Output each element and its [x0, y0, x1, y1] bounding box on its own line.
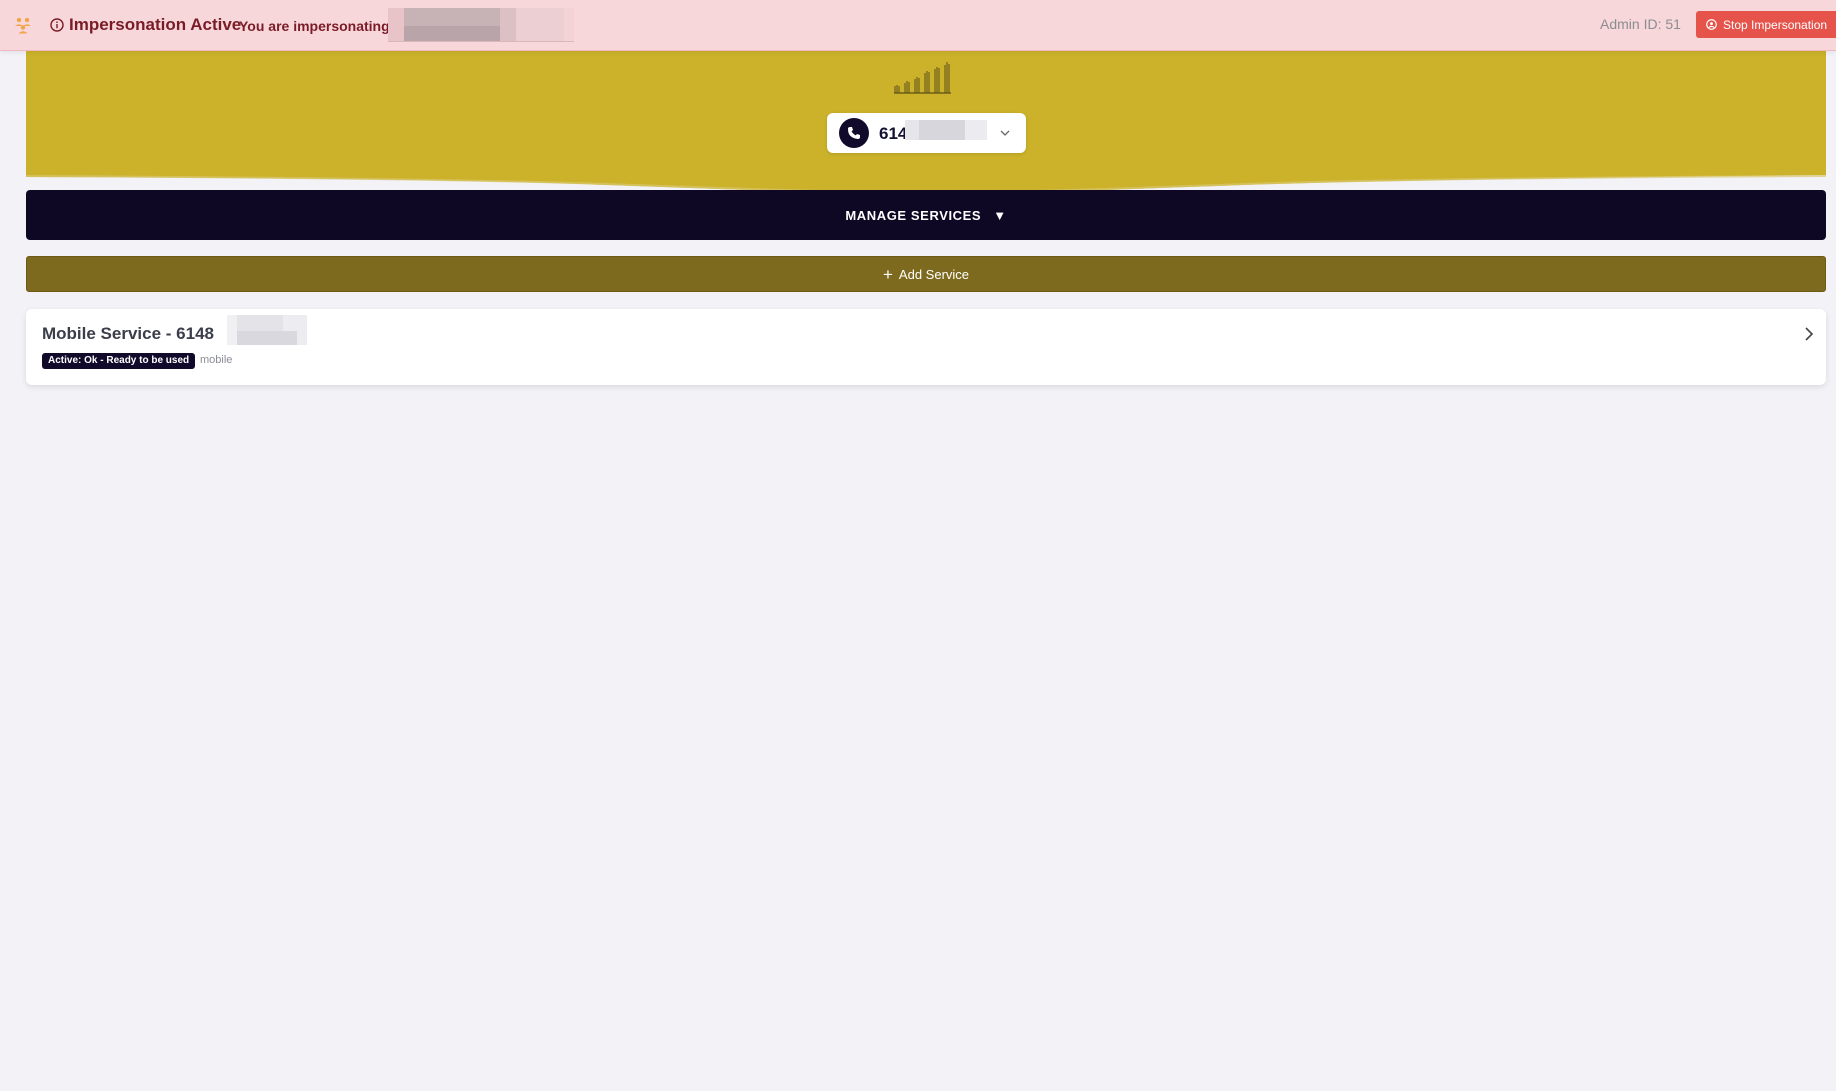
impersonation-message: You are impersonating [239, 18, 390, 34]
impersonation-title: Impersonation Active [69, 15, 242, 34]
account-header: 614 [26, 51, 1826, 201]
service-card[interactable]: Mobile Service - 6148 Active: Ok - Ready… [26, 309, 1826, 385]
phone-icon [848, 127, 860, 139]
chevron-down-icon [1000, 130, 1010, 136]
user-circle-icon [1706, 19, 1717, 30]
service-type: mobile [200, 354, 233, 366]
add-service-label: Add Service [898, 266, 970, 282]
redacted-user-name [388, 8, 574, 42]
stop-impersonation-label: Stop Impersonation [1723, 17, 1828, 32]
status-badge: Active: Ok - Ready to be used [42, 353, 196, 369]
stop-impersonation-button[interactable]: Stop Impersonation [1696, 11, 1836, 38]
info-icon [50, 18, 64, 32]
phone-number-text: 614 [879, 124, 908, 143]
chevron-right-icon [1805, 327, 1814, 341]
manage-services-label: MANAGE SERVICES [845, 207, 982, 223]
users-icon [15, 17, 31, 34]
add-service-button[interactable]: + Add Service [26, 256, 1826, 292]
redacted-service-number [227, 315, 307, 345]
manage-services-toggle[interactable]: MANAGE SERVICES ▼ [26, 190, 1826, 240]
phone-number-selector[interactable]: 614 [827, 113, 1026, 153]
phone-icon-badge [839, 118, 869, 148]
service-title: Mobile Service - 6148 [42, 324, 214, 343]
signal-bars-logo [894, 62, 951, 94]
admin-id: Admin ID: 51 [1600, 16, 1681, 32]
redacted-phone-digits [905, 120, 987, 140]
caret-down-icon: ▼ [993, 207, 1007, 223]
plus-icon: + [882, 264, 893, 284]
impersonation-banner: Impersonation Active You are impersonati… [0, 0, 1836, 51]
